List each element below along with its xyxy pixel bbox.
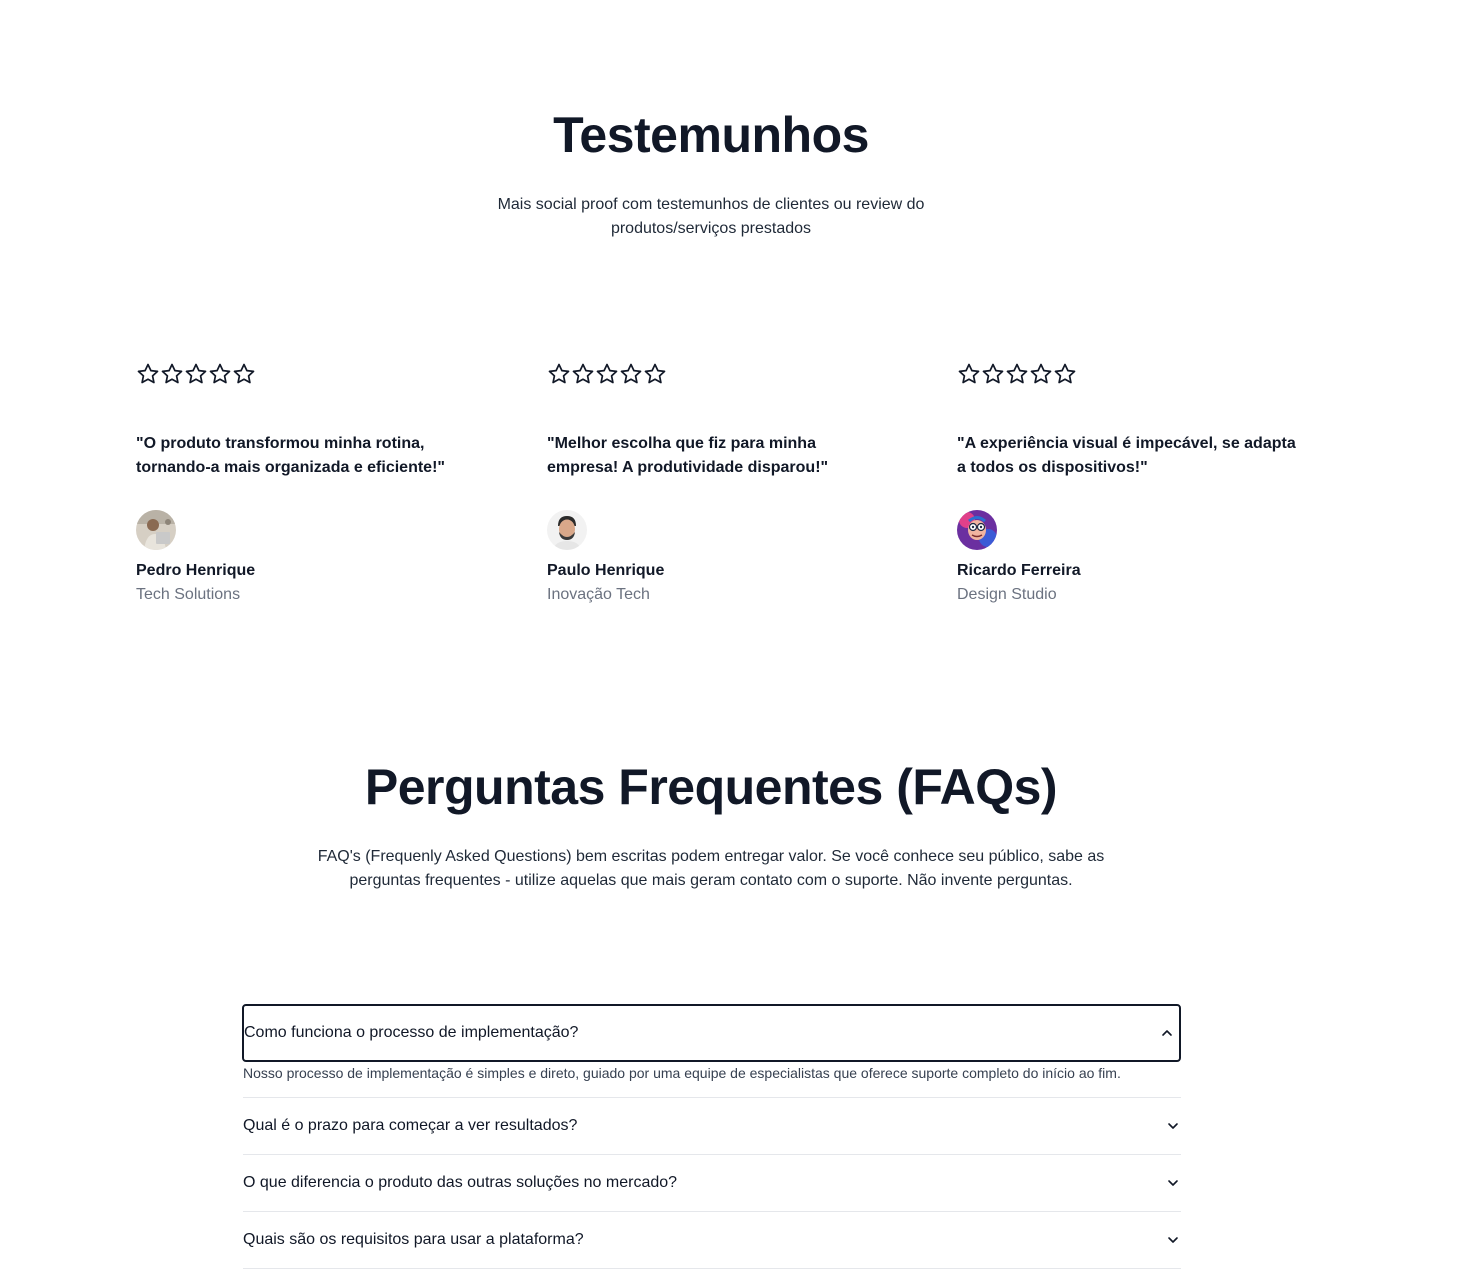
star-icon <box>1030 363 1052 384</box>
testimonials-title: Testemunhos <box>553 107 869 163</box>
star-icon <box>185 363 207 384</box>
testimonial-company: Tech Solutions <box>136 586 241 603</box>
testimonial-company: Inovação Tech <box>547 586 650 603</box>
testimonial-quote: "Melhor escolha que fiz para minha empre… <box>547 435 829 476</box>
faq-answer: Nosso processo de implementação é simple… <box>243 1062 1181 1098</box>
testimonial-quote: "A experiência visual é impecável, se ad… <box>957 435 1296 476</box>
rating-stars <box>957 362 1297 390</box>
star-icon <box>958 363 980 384</box>
star-icon <box>1054 363 1076 384</box>
chevron-up-icon <box>1162 1030 1172 1036</box>
testimonials-subtitle-line2: produtos/serviços prestados <box>610 220 812 237</box>
faq-question[interactable]: Qual é o prazo para começar a ver result… <box>243 1098 1181 1155</box>
faq-question-text: Quais são os requisitos para usar a plat… <box>243 1231 584 1248</box>
page: Testemunhos Mais social proof com testem… <box>0 0 1461 1276</box>
faq-subtitle: FAQ's (Frequenly Asked Questions) bem es… <box>270 845 1152 893</box>
faq-question[interactable]: Quais são os requisitos para usar a plat… <box>243 1212 1181 1269</box>
faq-accordion: Como funciona o processo de implementaçã… <box>242 1004 1181 1269</box>
star-icon <box>233 363 255 384</box>
star-icon <box>644 363 666 384</box>
star-icon <box>548 363 570 384</box>
faq-subtitle-line1: FAQ's (Frequenly Asked Questions) bem es… <box>317 848 1105 865</box>
testimonial-company: Design Studio <box>957 586 1057 603</box>
testimonial-card: "A experiência visual é impecável, se ad… <box>957 362 1297 607</box>
faq-question-open[interactable]: Como funciona o processo de implementaçã… <box>242 1004 1181 1062</box>
star-icon <box>982 363 1004 384</box>
faq-question[interactable]: O que diferencia o produto das outras so… <box>243 1155 1181 1212</box>
testimonial-name: Paulo Henrique <box>547 562 665 579</box>
faq-title: Perguntas Frequentes (FAQs) <box>364 759 1058 815</box>
rating-stars <box>547 362 887 390</box>
star-icon <box>620 363 642 384</box>
star-icon <box>209 363 231 384</box>
faq-question-text: O que diferencia o produto das outras so… <box>243 1174 678 1191</box>
testimonial-card: "Melhor escolha que fiz para minha empre… <box>547 362 887 607</box>
testimonial-card: "O produto transformou minha rotina, tor… <box>136 362 476 607</box>
faq-question-text: Como funciona o processo de implementaçã… <box>244 1024 579 1041</box>
chevron-down-icon <box>1168 1237 1178 1243</box>
star-icon <box>161 363 183 384</box>
star-icon <box>1006 363 1028 384</box>
star-icon <box>572 363 594 384</box>
testimonials-subtitle: Mais social proof com testemunhos de cli… <box>456 193 966 241</box>
avatar <box>136 510 176 550</box>
chevron-down-icon <box>1168 1180 1178 1186</box>
testimonial-name: Pedro Henrique <box>136 562 256 579</box>
avatar <box>957 510 997 550</box>
testimonial-quote: "O produto transformou minha rotina, tor… <box>136 435 445 476</box>
testimonial-name: Ricardo Ferreira <box>957 562 1081 579</box>
testimonials-subtitle-line1: Mais social proof com testemunhos de cli… <box>497 196 925 213</box>
star-icon <box>596 363 618 384</box>
faq-question-text: Qual é o prazo para começar a ver result… <box>243 1117 578 1134</box>
rating-stars <box>136 362 476 390</box>
star-icon <box>137 363 159 384</box>
chevron-down-icon <box>1168 1123 1178 1129</box>
faq-subtitle-line2: perguntas frequentes - utilize aquelas q… <box>349 872 1073 889</box>
avatar <box>547 510 587 550</box>
